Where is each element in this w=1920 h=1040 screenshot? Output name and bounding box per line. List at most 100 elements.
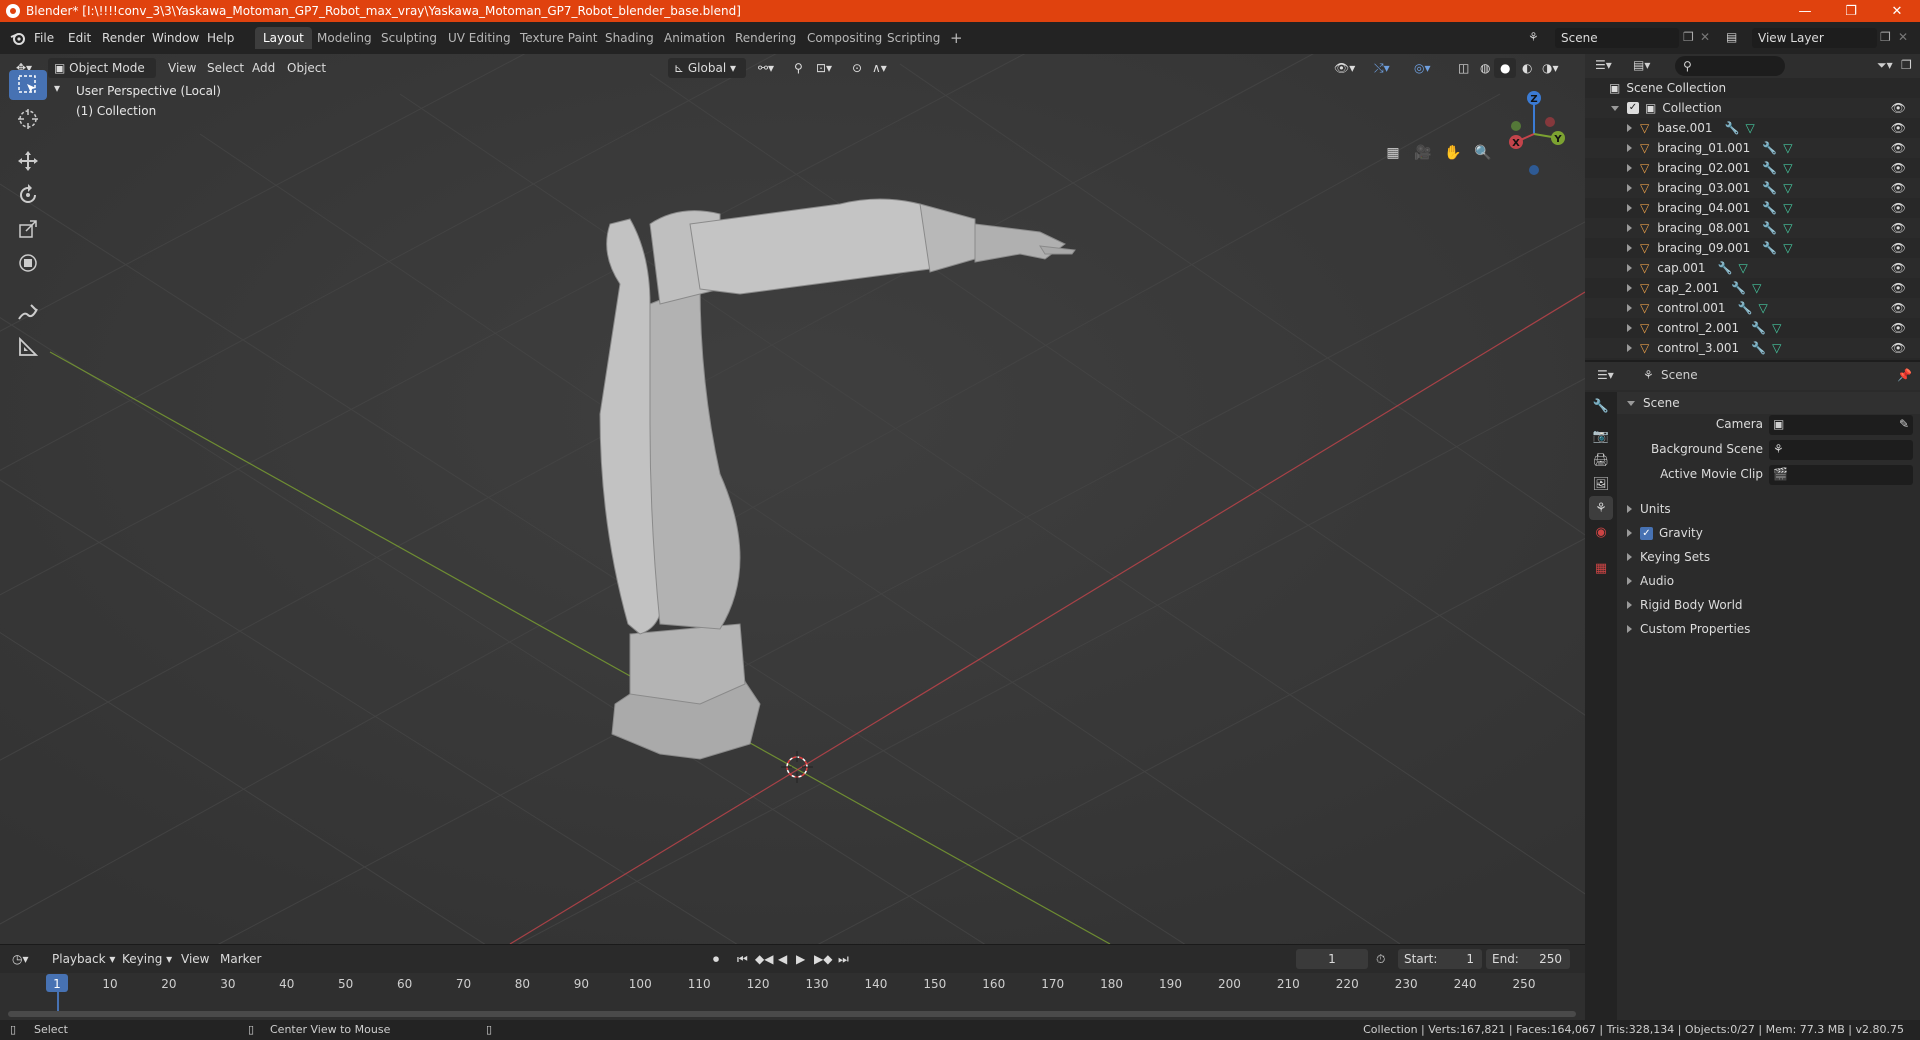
- scene-panel-header[interactable]: Scene: [1617, 392, 1920, 414]
- menu-help[interactable]: Help: [207, 29, 234, 47]
- eye-icon[interactable]: 👁: [1891, 281, 1906, 295]
- menu-keying[interactable]: Keying ▾: [122, 949, 172, 969]
- pivot-icon[interactable]: ⚯▾: [752, 58, 780, 78]
- expand-arrow-icon[interactable]: [1627, 324, 1632, 332]
- jump-end-icon[interactable]: ⏭: [838, 949, 849, 969]
- outliner-object-row[interactable]: ▽ bracing_08.001 🔧 ▽ 👁: [1585, 218, 1920, 238]
- expand-arrow-icon[interactable]: [1611, 105, 1619, 111]
- rendered-shading-icon[interactable]: ◑▾: [1536, 58, 1565, 78]
- xray-icon[interactable]: ◫: [1452, 58, 1475, 78]
- mesh-data-icon[interactable]: ▽: [1783, 161, 1792, 175]
- maximize-button[interactable]: ❐: [1828, 0, 1874, 22]
- record-icon[interactable]: ⏺: [713, 949, 719, 969]
- tab-rendering[interactable]: Rendering: [727, 27, 804, 49]
- tab-shading[interactable]: Shading: [597, 27, 662, 49]
- audio-panel[interactable]: Audio: [1617, 570, 1920, 592]
- outliner-object-row[interactable]: ▽ cap_2.001 🔧 ▽ 👁: [1585, 278, 1920, 298]
- 3d-viewport[interactable]: ✥▾ ▣ Object Mode ▾ View Select Add Objec…: [0, 54, 1585, 944]
- tab-layout[interactable]: Layout: [255, 27, 312, 49]
- new-view-layer-icon[interactable]: ❐: [1880, 30, 1891, 44]
- view-layer-field[interactable]: View Layer: [1752, 28, 1877, 48]
- modifier-icon[interactable]: 🔧: [1762, 141, 1777, 155]
- minimize-button[interactable]: —: [1782, 0, 1828, 22]
- eye-icon[interactable]: 👁: [1891, 101, 1906, 115]
- delete-view-layer-icon[interactable]: ✕: [1898, 30, 1908, 44]
- transform-orientation[interactable]: ⊾ Global ▾: [668, 58, 746, 78]
- mesh-data-icon[interactable]: ▽: [1738, 261, 1747, 275]
- texture-tab-icon[interactable]: ▦: [1589, 556, 1613, 580]
- play-reverse-icon[interactable]: ◀: [778, 949, 787, 969]
- expand-arrow-icon[interactable]: [1627, 264, 1632, 272]
- tab-animation[interactable]: Animation: [656, 27, 733, 49]
- modifier-icon[interactable]: 🔧: [1762, 161, 1777, 175]
- modifier-icon[interactable]: 🔧: [1738, 301, 1753, 315]
- outliner-object-row[interactable]: ▽ control.001 🔧 ▽ 👁: [1585, 298, 1920, 318]
- tab-uv-editing[interactable]: UV Editing: [440, 27, 519, 49]
- tab-scripting[interactable]: Scripting: [879, 27, 948, 49]
- snap-icon[interactable]: ⚲: [788, 58, 809, 78]
- jump-start-icon[interactable]: ⏮: [737, 949, 748, 969]
- scene-tab-icon[interactable]: ⚘: [1589, 496, 1613, 520]
- eye-icon[interactable]: 👁: [1891, 141, 1906, 155]
- modifier-icon[interactable]: 🔧: [1751, 321, 1766, 335]
- pan-view-icon[interactable]: ✋: [1440, 140, 1466, 166]
- camera-view-icon[interactable]: 🎥: [1410, 140, 1436, 166]
- mode-selector[interactable]: ▣ Object Mode ▾: [48, 58, 156, 95]
- expand-arrow-icon[interactable]: [1627, 224, 1632, 232]
- eye-icon[interactable]: 👁: [1891, 341, 1906, 355]
- menu-select[interactable]: Select: [201, 58, 250, 78]
- tab-compositing[interactable]: Compositing: [799, 27, 890, 49]
- add-workspace-button[interactable]: +: [942, 27, 971, 49]
- scene-field[interactable]: Scene: [1555, 28, 1679, 48]
- expand-arrow-icon[interactable]: [1627, 244, 1632, 252]
- next-keyframe-icon[interactable]: ▶◆: [814, 949, 832, 969]
- outliner-object-row[interactable]: ▽ bracing_02.001 🔧 ▽ 👁: [1585, 158, 1920, 178]
- gravity-panel[interactable]: ✓ Gravity: [1617, 522, 1920, 544]
- mesh-data-icon[interactable]: ▽: [1746, 121, 1755, 135]
- expand-arrow-icon[interactable]: [1627, 124, 1632, 132]
- toggle-ortho-icon[interactable]: ▦: [1380, 140, 1406, 166]
- menu-object[interactable]: Object: [281, 58, 332, 78]
- prev-keyframe-icon[interactable]: ◆◀: [755, 949, 773, 969]
- expand-arrow-icon[interactable]: [1627, 144, 1632, 152]
- pin-icon[interactable]: 📌: [1897, 368, 1912, 382]
- cursor-tool[interactable]: [9, 104, 47, 134]
- timeline-scrollbar[interactable]: [8, 1011, 1576, 1017]
- current-frame-field[interactable]: 1: [1296, 949, 1368, 969]
- mesh-data-icon[interactable]: ▽: [1783, 241, 1792, 255]
- mesh-data-icon[interactable]: ▽: [1759, 301, 1768, 315]
- menu-render[interactable]: Render: [102, 29, 145, 47]
- tab-modeling[interactable]: Modeling: [309, 27, 380, 49]
- view-layer-tab-icon[interactable]: 🖼: [1589, 472, 1613, 496]
- menu-add[interactable]: Add: [246, 58, 281, 78]
- timeline-editor-icon[interactable]: ◷▾: [12, 949, 29, 969]
- outliner[interactable]: ☰▾ ▤▾ ⚲ ⏷▾ ❐ ▣ Scene Collection ✓ ▣ Coll…: [1585, 54, 1920, 360]
- outliner-search-input[interactable]: ⚲: [1675, 56, 1785, 76]
- display-mode-icon[interactable]: ▤▾: [1633, 58, 1650, 72]
- new-collection-icon[interactable]: ❐: [1901, 58, 1912, 72]
- outliner-object-row[interactable]: ▽ base.001 🔧 ▽ 👁: [1585, 118, 1920, 138]
- mesh-data-icon[interactable]: ▽: [1783, 221, 1792, 235]
- modifier-icon[interactable]: 🔧: [1718, 261, 1733, 275]
- expand-arrow-icon[interactable]: [1627, 164, 1632, 172]
- collection-checkbox[interactable]: ✓: [1627, 102, 1639, 114]
- eye-icon[interactable]: 👁: [1891, 181, 1906, 195]
- camera-field[interactable]: ▣ ✎: [1769, 415, 1913, 435]
- rigid-body-world-panel[interactable]: Rigid Body World: [1617, 594, 1920, 616]
- expand-arrow-icon[interactable]: [1627, 204, 1632, 212]
- navigation-gizmo[interactable]: Z Y X: [1500, 84, 1576, 184]
- filter-icon[interactable]: ⏷▾: [1877, 58, 1893, 73]
- transform-tool[interactable]: [9, 248, 47, 278]
- menu-edit[interactable]: Edit: [68, 29, 91, 47]
- expand-arrow-icon[interactable]: [1627, 304, 1632, 312]
- gravity-checkbox[interactable]: ✓: [1640, 526, 1653, 540]
- timeline[interactable]: ◷▾ Playback ▾ Keying ▾ View Marker ⏺ ⏮ ◆…: [0, 944, 1585, 1021]
- end-frame-field[interactable]: End: 250: [1486, 949, 1570, 969]
- move-tool[interactable]: [9, 146, 47, 176]
- eye-icon[interactable]: 👁: [1891, 241, 1906, 255]
- outliner-object-row[interactable]: ▽ bracing_01.001 🔧 ▽ 👁: [1585, 138, 1920, 158]
- menu-view[interactable]: View: [162, 58, 202, 78]
- menu-timeline-view[interactable]: View: [181, 949, 209, 969]
- expand-arrow-icon[interactable]: [1627, 284, 1632, 292]
- units-panel[interactable]: Units: [1617, 498, 1920, 520]
